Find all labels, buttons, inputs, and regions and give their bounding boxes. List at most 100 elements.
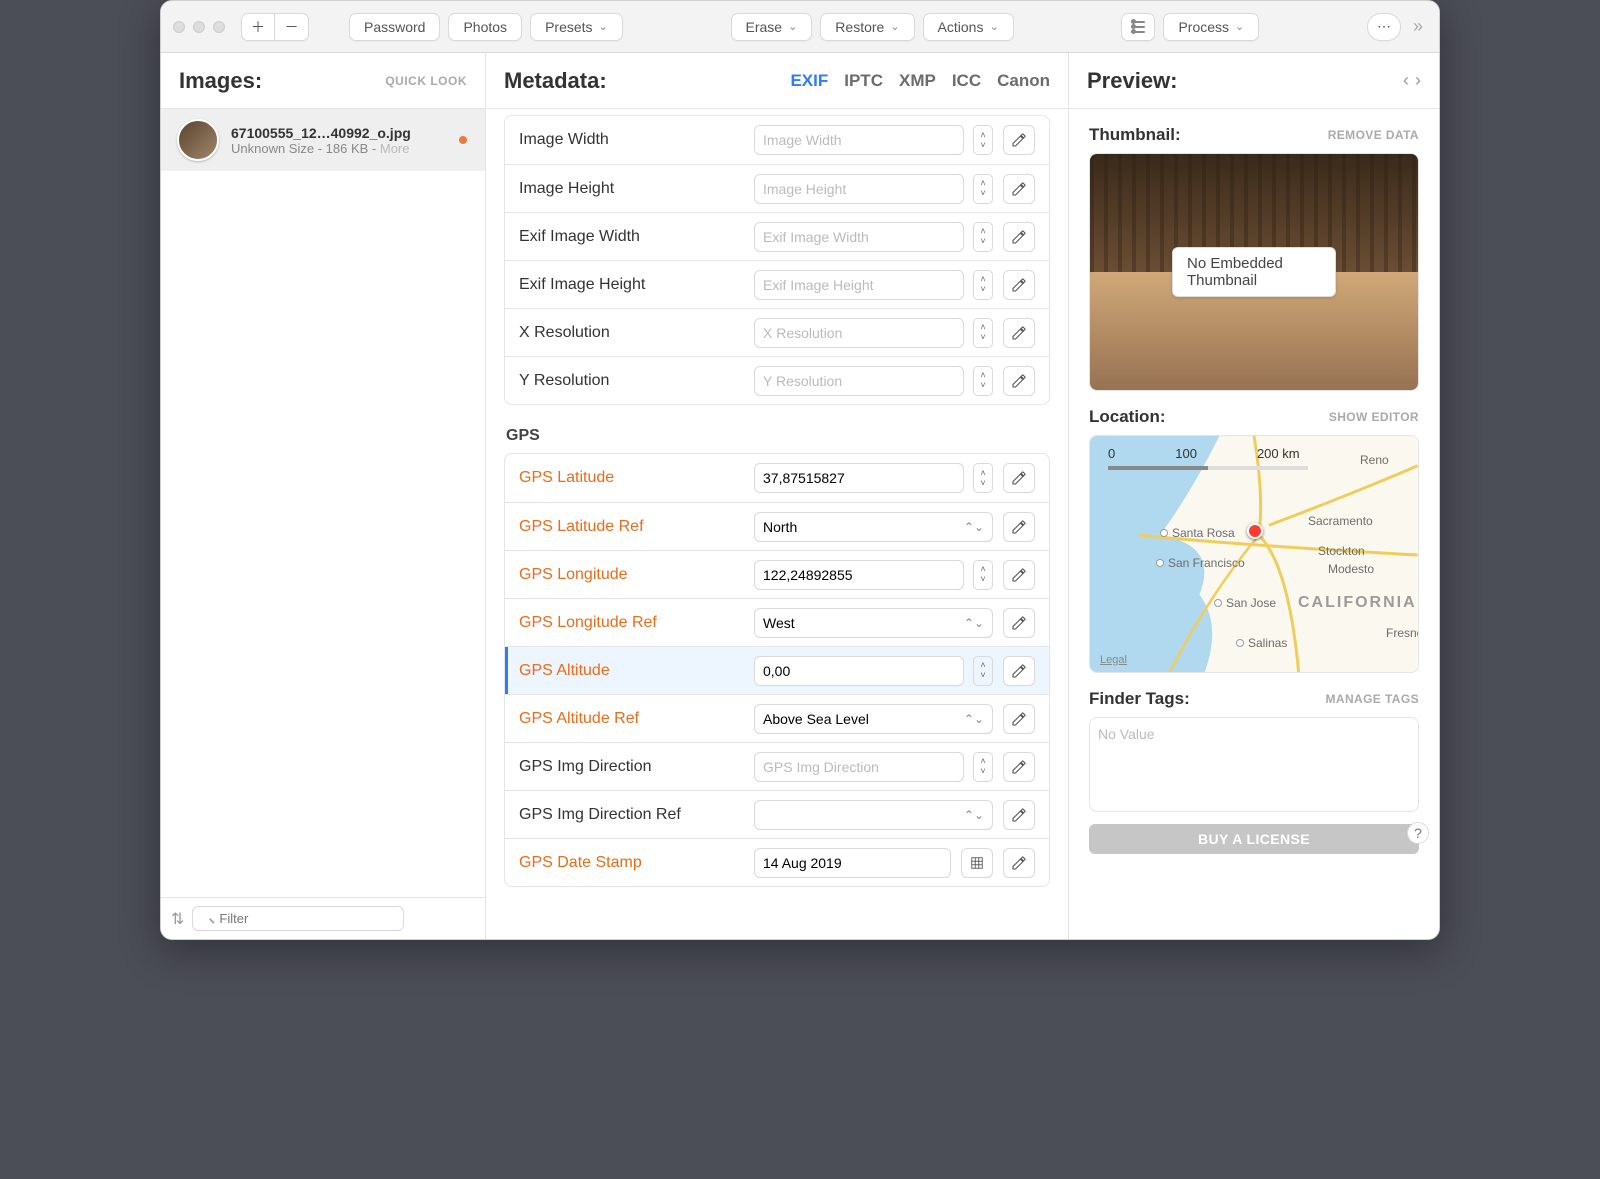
edit-button[interactable] — [1003, 560, 1035, 590]
stepper[interactable]: ˄˅ — [973, 174, 993, 204]
edit-button[interactable] — [1003, 800, 1035, 830]
field-input[interactable] — [754, 366, 964, 396]
map-preview[interactable]: 0 100 200 km Santa Rosa San Francisco Sa… — [1089, 435, 1419, 673]
edit-button[interactable] — [1003, 608, 1035, 638]
edit-button[interactable] — [1003, 463, 1035, 493]
stepper[interactable]: ˄˅ — [973, 463, 993, 493]
field-label: Exif Image Width — [519, 228, 744, 246]
chevron-down-icon: ˅ — [980, 575, 985, 584]
field-input[interactable] — [754, 848, 951, 878]
toolbar: ＋ － Password Photos Presets⌄ Erase⌄ Rest… — [161, 1, 1439, 53]
field-input[interactable] — [754, 222, 964, 252]
buy-license-button[interactable]: BUY A LICENSE — [1089, 824, 1419, 854]
chevron-up-icon: ˄ — [980, 371, 985, 380]
next-button[interactable]: › — [1415, 70, 1421, 91]
metadata-row: GPS Img Direction Ref⌃⌄ — [505, 790, 1049, 838]
stepper[interactable]: ˄˅ — [973, 752, 993, 782]
stepper[interactable]: ˄˅ — [973, 560, 993, 590]
chevron-up-icon: ˄ — [980, 469, 985, 478]
field-input[interactable] — [754, 174, 964, 204]
remove-data-button[interactable]: REMOVE DATA — [1328, 128, 1419, 142]
metadata-row: GPS Img Direction˄˅ — [505, 742, 1049, 790]
finder-tags-input[interactable]: No Value — [1089, 717, 1419, 812]
tab-icc[interactable]: ICC — [952, 71, 981, 91]
field-select[interactable]: North⌃⌄ — [754, 512, 993, 542]
image-list-item[interactable]: 67100555_12…40992_o.jpg Unknown Size - 1… — [161, 109, 485, 171]
stepper[interactable]: ˄˅ — [973, 366, 993, 396]
photos-button[interactable]: Photos — [448, 13, 522, 41]
password-button[interactable]: Password — [349, 13, 440, 41]
erase-menu[interactable]: Erase⌄ — [731, 13, 813, 41]
field-input[interactable] — [754, 270, 964, 300]
edit-button[interactable] — [1003, 752, 1035, 782]
field-select[interactable]: West⌃⌄ — [754, 608, 993, 638]
add-button[interactable]: ＋ — [241, 13, 275, 41]
edit-button[interactable] — [1003, 366, 1035, 396]
pencil-icon — [1011, 663, 1027, 679]
remove-button[interactable]: － — [275, 13, 309, 41]
edit-button[interactable] — [1003, 704, 1035, 734]
help-button[interactable]: ? — [1407, 822, 1429, 844]
map-scale-bar — [1108, 466, 1308, 470]
chevron-down-icon: ˅ — [980, 237, 985, 246]
tab-xmp[interactable]: XMP — [899, 71, 936, 91]
sort-icon[interactable]: ⇅ — [171, 909, 184, 929]
basic-group: Image Width˄˅Image Height˄˅Exif Image Wi… — [504, 115, 1050, 405]
filter-input[interactable] — [192, 906, 404, 931]
calendar-button[interactable] — [961, 848, 993, 878]
close-icon[interactable] — [173, 21, 185, 33]
field-label: GPS Altitude — [519, 662, 744, 680]
overflow-button[interactable]: » — [1409, 16, 1427, 37]
stepper[interactable]: ˄˅ — [973, 125, 993, 155]
stepper[interactable]: ˄˅ — [973, 270, 993, 300]
edit-button[interactable] — [1003, 848, 1035, 878]
manage-tags-button[interactable]: MANAGE TAGS — [1325, 692, 1419, 706]
minimize-icon[interactable] — [193, 21, 205, 33]
field-input[interactable] — [754, 560, 964, 590]
field-select[interactable]: ⌃⌄ — [754, 800, 993, 830]
edit-button[interactable] — [1003, 125, 1035, 155]
metadata-panel: Metadata: EXIFIPTCXMPICCCanon Image Widt… — [486, 53, 1069, 939]
chevron-up-icon: ˄ — [980, 227, 985, 236]
edit-button[interactable] — [1003, 222, 1035, 252]
pencil-icon — [1011, 470, 1027, 486]
prev-button[interactable]: ‹ — [1403, 70, 1409, 91]
finder-tags-title: Finder Tags: — [1089, 689, 1190, 709]
pencil-icon — [1011, 615, 1027, 631]
edit-button[interactable] — [1003, 318, 1035, 348]
field-input[interactable] — [754, 656, 964, 686]
stepper[interactable]: ˄˅ — [973, 656, 993, 686]
stepper[interactable]: ˄˅ — [973, 222, 993, 252]
tab-exif[interactable]: EXIF — [790, 71, 828, 91]
more-button[interactable]: ⋯ — [1367, 13, 1401, 41]
status-dot-icon — [459, 136, 467, 144]
field-select[interactable]: Above Sea Level⌃⌄ — [754, 704, 993, 734]
more-link[interactable]: More — [380, 141, 410, 156]
show-editor-button[interactable]: SHOW EDITOR — [1329, 410, 1419, 424]
edit-button[interactable] — [1003, 270, 1035, 300]
tab-canon[interactable]: Canon — [997, 71, 1050, 91]
field-input[interactable] — [754, 463, 964, 493]
sliders-button[interactable] — [1121, 13, 1155, 41]
field-label: GPS Altitude Ref — [519, 710, 744, 728]
field-label: Image Height — [519, 180, 744, 198]
chevron-down-icon: ⌄ — [788, 20, 797, 33]
maximize-icon[interactable] — [213, 21, 225, 33]
field-input[interactable] — [754, 318, 964, 348]
field-input[interactable] — [754, 125, 964, 155]
quick-look-button[interactable]: QUICK LOOK — [385, 74, 467, 88]
map-legal-link[interactable]: Legal — [1100, 654, 1127, 666]
field-label: GPS Longitude — [519, 566, 744, 584]
metadata-row: Exif Image Height˄˅ — [505, 260, 1049, 308]
presets-menu[interactable]: Presets⌄ — [530, 13, 623, 41]
stepper[interactable]: ˄˅ — [973, 318, 993, 348]
edit-button[interactable] — [1003, 656, 1035, 686]
process-menu[interactable]: Process⌄ — [1163, 13, 1259, 41]
field-input[interactable] — [754, 752, 964, 782]
edit-button[interactable] — [1003, 512, 1035, 542]
tab-iptc[interactable]: IPTC — [844, 71, 883, 91]
edit-button[interactable] — [1003, 174, 1035, 204]
actions-menu[interactable]: Actions⌄ — [923, 13, 1014, 41]
restore-menu[interactable]: Restore⌄ — [820, 13, 914, 41]
pencil-icon — [1011, 373, 1027, 389]
